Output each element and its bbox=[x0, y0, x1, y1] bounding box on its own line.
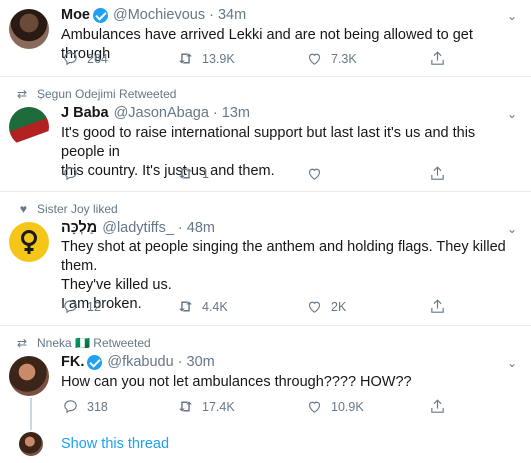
reply-button[interactable]: 264 bbox=[62, 50, 108, 67]
like-count: 7.3K bbox=[331, 51, 357, 66]
tweet-header: FK. @fkabudu · 30m bbox=[61, 354, 215, 370]
display-name[interactable]: מַלְכָּה bbox=[61, 220, 97, 236]
reply-icon bbox=[64, 167, 77, 181]
timestamp[interactable]: 48m bbox=[187, 220, 215, 236]
retweet-button[interactable]: 1 bbox=[177, 165, 209, 182]
thread-avatar[interactable] bbox=[19, 432, 43, 456]
avatar[interactable] bbox=[9, 9, 49, 49]
avatar[interactable] bbox=[9, 222, 49, 262]
reply-icon bbox=[64, 52, 77, 66]
handle[interactable]: @Mochievous bbox=[113, 7, 205, 23]
retweet-button[interactable]: 17.4K bbox=[177, 398, 235, 415]
tweet-actions: 318 17.4K 10.9K bbox=[58, 398, 478, 418]
separator-dot: · bbox=[177, 220, 183, 236]
tweet-header: J Baba @JasonAbaga · 13m bbox=[61, 105, 250, 121]
timestamp[interactable]: 34m bbox=[218, 7, 246, 23]
chevron-down-icon[interactable]: ⌄ bbox=[507, 356, 517, 370]
like-context: ♥ Sister Joy liked bbox=[20, 202, 118, 216]
retweet-icon bbox=[179, 301, 192, 312]
reply-count: 318 bbox=[87, 399, 108, 414]
like-button[interactable]: 2K bbox=[306, 298, 346, 315]
reply-button[interactable]: 318 bbox=[62, 398, 108, 415]
retweet-button[interactable]: 13.9K bbox=[177, 50, 235, 67]
timestamp[interactable]: 30m bbox=[187, 354, 215, 370]
separator-dot: · bbox=[212, 105, 218, 121]
like-count: 2K bbox=[331, 299, 347, 314]
handle[interactable]: @JasonAbaga bbox=[114, 105, 209, 121]
heart-icon bbox=[308, 53, 321, 65]
share-icon bbox=[431, 51, 444, 65]
reply-button[interactable] bbox=[62, 165, 87, 182]
display-name[interactable]: J Baba bbox=[61, 105, 109, 121]
retweet-icon: ⇄ bbox=[16, 336, 27, 350]
display-name[interactable]: Moe bbox=[61, 7, 90, 23]
reply-icon bbox=[64, 300, 77, 314]
retweet-icon: ⇄ bbox=[16, 87, 27, 101]
tweet-text: How can you not let ambulances through??… bbox=[61, 374, 412, 390]
reply-count: 264 bbox=[87, 51, 108, 66]
verified-icon bbox=[93, 7, 108, 23]
tweet-1[interactable]: Moe @Mochievous · 34m ⌄ Ambulances have … bbox=[0, 0, 531, 77]
tweet-2[interactable]: ⇄ Ṣegun Odejimi Retweeted J Baba @JasonA… bbox=[0, 77, 531, 192]
share-icon bbox=[431, 299, 444, 313]
like-button[interactable] bbox=[306, 165, 331, 182]
retweet-count: 1 bbox=[202, 166, 209, 181]
share-icon bbox=[431, 399, 444, 413]
chevron-down-icon[interactable]: ⌄ bbox=[507, 9, 517, 23]
context-label[interactable]: Sister Joy liked bbox=[37, 202, 118, 216]
chevron-down-icon[interactable]: ⌄ bbox=[507, 107, 517, 121]
context-label[interactable]: Ṣegun Odejimi Retweeted bbox=[37, 87, 176, 101]
tweet-actions: 264 13.9K 7.3K bbox=[58, 50, 478, 70]
tweet-header: מַלְכָּה @ladytiffs_ · 48m bbox=[61, 220, 215, 236]
retweet-button[interactable]: 4.4K bbox=[177, 298, 228, 315]
retweet-count: 17.4K bbox=[202, 399, 235, 414]
retweet-icon bbox=[179, 168, 192, 179]
share-button[interactable] bbox=[429, 298, 446, 315]
handle[interactable]: @ladytiffs_ bbox=[102, 220, 174, 236]
like-count: 10.9K bbox=[331, 399, 364, 414]
retweet-count: 13.9K bbox=[202, 51, 235, 66]
share-button[interactable] bbox=[429, 165, 446, 182]
thread-connector bbox=[30, 398, 32, 430]
separator-dot: · bbox=[209, 7, 214, 23]
tweet-actions: 1 bbox=[58, 165, 478, 185]
context-label[interactable]: Nneka 🇳🇬 Retweeted bbox=[37, 336, 151, 350]
tweet-header: Moe @Mochievous · 34m bbox=[61, 7, 246, 23]
retweet-context: ⇄ Nneka 🇳🇬 Retweeted bbox=[17, 336, 151, 350]
share-button[interactable] bbox=[429, 50, 446, 67]
show-thread-link[interactable]: Show this thread bbox=[61, 436, 169, 452]
verified-icon bbox=[87, 354, 103, 370]
tweet-actions: 12 4.4K 2K bbox=[58, 298, 478, 318]
handle[interactable]: @fkabudu bbox=[107, 354, 173, 370]
reply-icon bbox=[64, 400, 77, 414]
female-symbol-icon bbox=[21, 230, 37, 254]
retweet-icon bbox=[179, 53, 192, 64]
reply-count: 12 bbox=[87, 299, 101, 314]
display-name[interactable]: FK. bbox=[61, 354, 84, 370]
share-icon bbox=[431, 166, 444, 180]
heart-icon bbox=[308, 168, 321, 180]
reply-button[interactable]: 12 bbox=[62, 298, 101, 315]
chevron-down-icon[interactable]: ⌄ bbox=[507, 222, 517, 236]
heart-icon bbox=[308, 401, 321, 413]
tweet-3[interactable]: ♥ Sister Joy liked מַלְכָּה @ladytiffs_ … bbox=[0, 192, 531, 326]
retweet-context: ⇄ Ṣegun Odejimi Retweeted bbox=[17, 87, 176, 101]
heart-icon bbox=[308, 301, 321, 313]
retweet-icon bbox=[179, 401, 192, 412]
like-button[interactable]: 7.3K bbox=[306, 50, 357, 67]
share-button[interactable] bbox=[429, 398, 446, 415]
heart-icon: ♥ bbox=[19, 202, 27, 216]
retweet-count: 4.4K bbox=[202, 299, 228, 314]
separator-dot: · bbox=[177, 354, 183, 370]
like-button[interactable]: 10.9K bbox=[306, 398, 364, 415]
avatar[interactable] bbox=[9, 107, 49, 147]
avatar[interactable] bbox=[9, 356, 49, 396]
timestamp[interactable]: 13m bbox=[222, 105, 250, 121]
